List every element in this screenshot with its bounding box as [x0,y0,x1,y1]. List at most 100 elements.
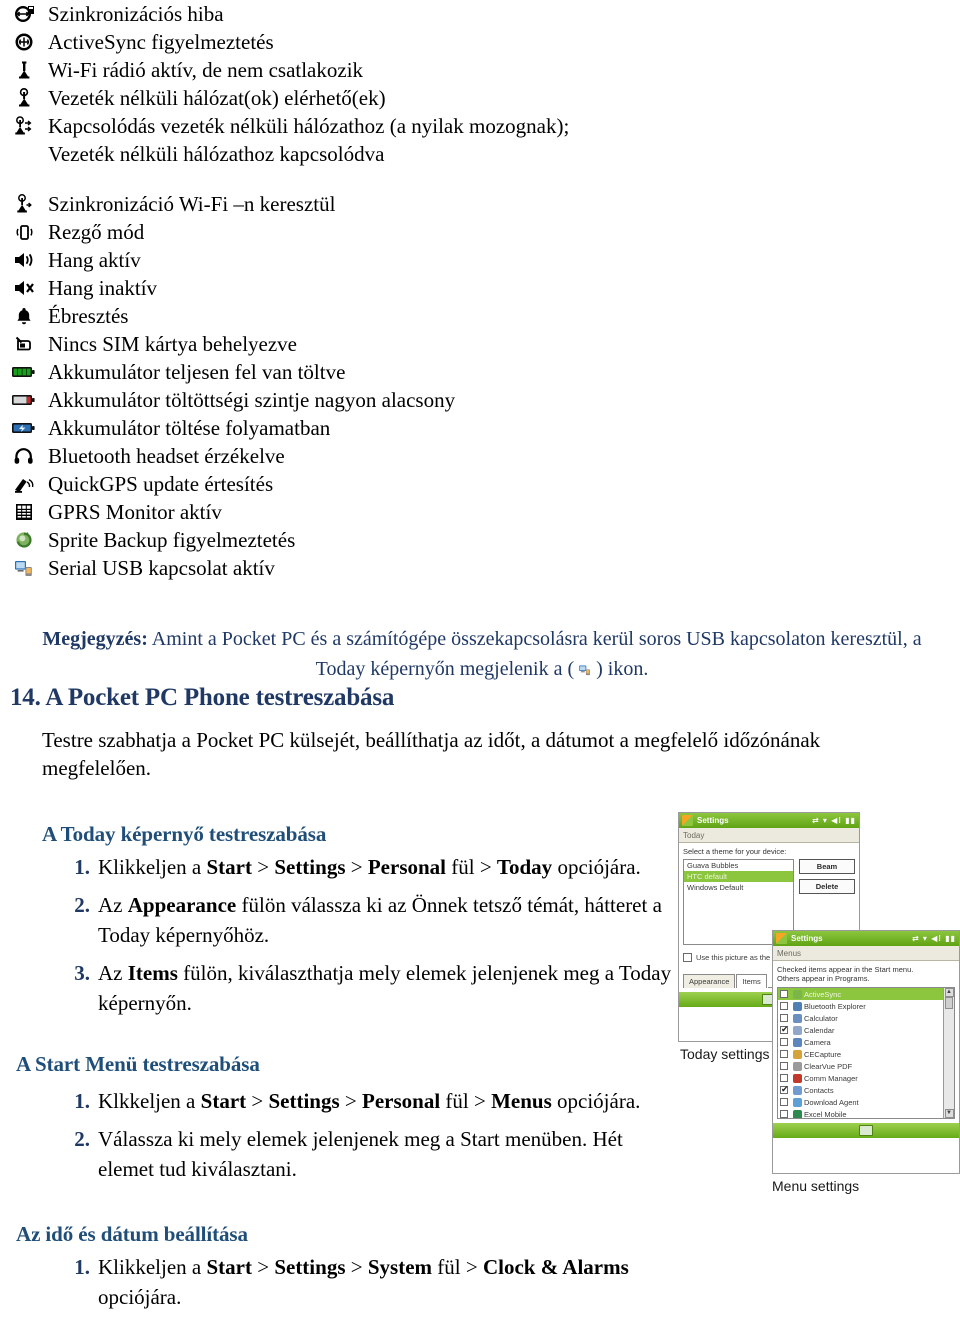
checkbox-icon[interactable] [780,1014,788,1022]
bluetooth-headset-icon [0,445,48,467]
scroll-up-arrow[interactable]: ▲ [944,988,954,997]
status-icon-row: Hang aktív [0,246,700,274]
theme-prompt: Select a theme for your device: [683,847,787,856]
menu-list-item[interactable]: Calendar [778,1024,943,1036]
subheading-clock: Az idő és dátum beállítása [16,1222,248,1246]
menu-list-item[interactable]: Comm Manager [778,1072,943,1084]
ppc-status-icons: ⇄ ▾ ◀⁞ ▮▮ [811,816,856,825]
beam-button[interactable]: Beam [799,859,855,874]
checkbox-icon[interactable] [780,1050,788,1058]
list-item: 2. Az Appearance fülön válassza ki az Ön… [62,890,682,950]
menu-list-item[interactable]: Calculator [778,1012,943,1024]
menu-items-container: ActiveSync Bluetooth Explorer Calculator Ca… [778,988,943,1118]
status-icon-row: Ébresztés [0,302,700,330]
status-icon-table: Szinkronizációs hiba ActiveSync figyelme… [0,0,700,582]
menu-list-item[interactable]: Bluetooth Explorer [778,1000,943,1012]
steps-list-clock: 1. Klikkeljen a Start > Settings > Syste… [62,1252,682,1320]
list-item[interactable]: HTC default [684,871,793,882]
section-intro: Testre szabhatja a Pocket PC külsejét, b… [42,728,821,780]
status-icon-row: Akkumulátor teljesen fel van töltve [0,358,700,386]
menu-item-label: Calculator [804,1013,838,1023]
menu-list-item[interactable]: Contacts [778,1084,943,1096]
tab-items[interactable]: Items [736,974,767,988]
sound-off-icon [0,277,48,299]
app-icon [793,989,802,999]
status-icon-row: Szinkronizáció Wi-Fi –n keresztül [0,190,700,218]
status-icon-label: Akkumulátor teljesen fel van töltve [48,360,346,384]
checkbox-icon[interactable] [780,1074,788,1082]
menu-item-label: ActiveSync [804,989,842,999]
checkbox-icon[interactable] [780,1038,788,1046]
step-text: Az Items fülön, kiválaszthatja mely elem… [98,961,672,1015]
list-item: 1. Klikkeljen a Start > Settings > Perso… [62,852,682,882]
checkbox-icon[interactable] [780,1024,789,1035]
menu-list-item[interactable]: Camera [778,1036,943,1048]
checkbox-icon[interactable] [683,953,692,962]
status-icon-label: Rezgő mód [48,220,145,244]
checkbox-icon[interactable] [780,1002,788,1010]
page-title: 14. A Pocket PC Phone testreszabása [10,684,395,711]
serial-usb-icon [577,656,593,676]
delete-button[interactable]: Delete [799,879,855,894]
battery-charging-icon [0,420,48,436]
status-icon-row: Vezeték nélküli hálózat(ok) elérhető(ek) [0,84,700,112]
status-icon-label: Sprite Backup figyelmeztetés [48,528,296,552]
menu-list-item[interactable]: ActiveSync [778,988,943,1000]
menu-list-item[interactable]: CECapture [778,1048,943,1060]
checkbox-icon[interactable] [780,1062,788,1070]
ppc-subtitle: Today [679,828,859,843]
screenshot-figures: Settings ⇄ ▾ ◀⁞ ▮▮ Today Select a theme … [672,808,960,1200]
gprs-monitor-icon [0,501,48,523]
menu-item-label: Download Agent [804,1097,859,1107]
checkbox-icon[interactable] [780,1084,789,1095]
ppc-title-text: Settings [791,934,823,943]
use-picture-label: Use this picture as the b [696,953,777,962]
status-icon-row: Hang inaktív [0,274,700,302]
status-icon-row: Serial USB kapcsolat aktív [0,554,700,582]
menu-item-label: Contacts [804,1085,834,1095]
app-icon [793,1025,802,1035]
no-sim-icon [0,333,48,355]
steps-list-start-menu: 1. Klkkeljen a Start > Settings > Person… [62,1086,682,1192]
step-number: 1. [74,855,90,879]
ppc-status-icons: ⇄ ▾ ◀⁞ ▮▮ [911,934,956,943]
menu-list-item[interactable]: ClearVue PDF [778,1060,943,1072]
ppc-subtitle: Menus [773,946,959,961]
step-number: 1. [74,1089,90,1113]
checkbox-icon[interactable] [780,1098,788,1106]
tab-appearance[interactable]: Appearance [683,974,736,988]
menu-item-label: Comm Manager [804,1073,858,1083]
subheading-today: A Today képernyő testreszabása [42,822,327,846]
scroll-down-arrow[interactable]: ▼ [944,1109,954,1118]
battery-full-icon [0,364,48,380]
status-icon-label: QuickGPS update értesítés [48,472,274,496]
status-icon-row: Kapcsolódás vezeték nélküli hálózathoz (… [0,112,700,140]
note-label: Megjegyzés: [42,628,148,650]
scroll-thumb[interactable] [945,997,953,1009]
status-icon-label: Akkumulátor töltése folyamatban [48,416,331,440]
app-icon [793,1013,802,1023]
steps-list-today: 1. Klikkeljen a Start > Settings > Perso… [62,852,682,1026]
status-icon-row: QuickGPS update értesítés [0,470,700,498]
ppc-softkey-bar[interactable] [773,1123,959,1138]
wifi-radio-on-icon [0,59,48,81]
keyboard-icon[interactable] [859,1125,873,1136]
step-text: Az Appearance fülön válassza ki az Önnek… [98,893,662,947]
status-icon-row: Akkumulátor töltöttségi szintje nagyon a… [0,386,700,414]
app-icon [793,1073,802,1083]
step-text: Klikkeljen a Start > Settings > Personal… [98,855,641,879]
status-icon-label: Hang aktív [48,248,141,272]
list-item[interactable]: Guava Bubbles [684,860,793,871]
today-settings-caption: Today settings [680,1046,770,1062]
ppc-titlebar: Settings ⇄ ▾ ◀⁞ ▮▮ [679,813,859,828]
menu-items-listbox[interactable]: ActiveSync Bluetooth Explorer Calculator Ca… [777,987,955,1119]
menu-list-item[interactable]: Excel Mobile [778,1108,943,1118]
checkbox-icon[interactable] [780,990,788,998]
sound-on-icon [0,249,48,271]
list-item[interactable]: Windows Default [684,882,793,893]
list-item: 2. Válassza ki mely elemek jelenjenek me… [62,1124,682,1184]
status-icon-label: Serial USB kapcsolat aktív [48,556,275,580]
scrollbar[interactable]: ▲ ▼ [943,988,954,1118]
menu-list-item[interactable]: Download Agent [778,1096,943,1108]
checkbox-icon[interactable] [780,1110,788,1118]
